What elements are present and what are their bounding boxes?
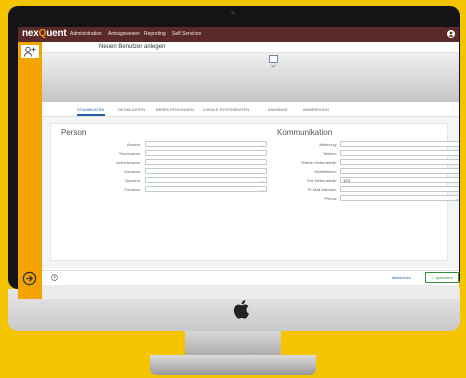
label-text: Nachname: bbox=[120, 151, 141, 156]
brand-text-3: uent bbox=[46, 28, 67, 39]
label-telefon: Telefon: bbox=[287, 151, 337, 156]
tab-bar: STAMMDATEN DETAILDATEN BERECHTIGUNGEN LO… bbox=[42, 102, 459, 117]
tab-berechtigungen[interactable]: BERECHTIGUNGEN bbox=[156, 107, 194, 112]
label-vorname: Vorname: bbox=[91, 169, 141, 174]
camera bbox=[231, 11, 235, 15]
section-person-heading: Person bbox=[61, 128, 87, 137]
sprache-select[interactable]: ⌄ bbox=[145, 177, 267, 183]
label-text: Abteilung: bbox=[319, 142, 337, 147]
chevron-down-icon: ⌄ bbox=[260, 178, 264, 183]
cancel-button[interactable]: abbrechen bbox=[392, 275, 411, 280]
label-text: Mobiltelefon: bbox=[314, 169, 337, 174]
monitor-stand-neck bbox=[185, 331, 281, 357]
label-mobiltelefon: Mobiltelefon: bbox=[287, 169, 337, 174]
tab-stammdaten[interactable]: STAMMDATEN bbox=[77, 107, 104, 112]
section-kommunikation-heading: Kommunikation bbox=[277, 128, 333, 137]
abteilung-input[interactable] bbox=[340, 141, 459, 147]
label-abteilung: Abteilung: bbox=[287, 142, 337, 147]
tab-detaildaten[interactable]: DETAILDATEN bbox=[118, 107, 145, 112]
field-value: 123 bbox=[343, 178, 350, 183]
status-bar bbox=[42, 285, 459, 299]
top-navigation-bar: nexQuent Administration Antragswesen Rep… bbox=[18, 27, 459, 42]
vorname-input[interactable] bbox=[145, 168, 267, 174]
active-tab-indicator bbox=[77, 114, 105, 116]
chevron-down-icon: ⌄ bbox=[260, 142, 264, 147]
mobiltelefon-input[interactable] bbox=[340, 168, 459, 174]
label-sprache: Sprache: bbox=[91, 178, 141, 183]
anrede-select[interactable]: ⌄ bbox=[145, 141, 267, 147]
label-nachname: *Nachname: bbox=[118, 151, 141, 156]
tab-lokale-systemdaten[interactable]: LOKALE SYSTEMDATEN bbox=[203, 107, 249, 112]
chevron-down-icon bbox=[271, 64, 276, 68]
label-text: Firma: bbox=[325, 196, 337, 201]
nav-item-antragswesen[interactable]: Antragswesen bbox=[108, 31, 140, 37]
email-input[interactable] bbox=[340, 186, 459, 192]
collapse-header-button[interactable] bbox=[269, 55, 278, 68]
apple-logo-icon bbox=[233, 300, 249, 319]
fax-nebenstelle-input[interactable]: 123 bbox=[340, 177, 459, 183]
label-text: Funktion: bbox=[124, 187, 141, 192]
label-telefon-nebenstelle: Telefon Nebenstelle: bbox=[277, 160, 337, 165]
sidebar-add-user-button[interactable] bbox=[21, 45, 39, 58]
telefon-input[interactable] bbox=[340, 150, 459, 156]
chevron-down-icon: ⌄ bbox=[260, 187, 264, 192]
check-icon: ✓ bbox=[431, 275, 435, 280]
geburtsname-input[interactable] bbox=[145, 159, 267, 165]
user-icon[interactable] bbox=[447, 30, 455, 38]
save-button[interactable]: ✓ speichern bbox=[425, 272, 459, 283]
nav-item-reporting[interactable]: Reporting bbox=[144, 31, 166, 37]
header-banner bbox=[42, 53, 459, 102]
form-footer: abbrechen ✓ speichern bbox=[42, 270, 459, 285]
label-text: Vorname: bbox=[123, 169, 141, 174]
label-anrede: Anrede: bbox=[91, 142, 141, 147]
monitor-stand-base bbox=[150, 355, 316, 375]
label-text: Anrede: bbox=[126, 142, 141, 147]
brand-logo[interactable]: nexQuent bbox=[22, 28, 67, 39]
label-geburtsname: Geburtsname: bbox=[91, 160, 141, 165]
label-text: Fax Nebenstelle: bbox=[306, 178, 337, 183]
funktion-select[interactable]: ⌄ bbox=[145, 186, 267, 192]
label-fax-nebenstelle: Fax Nebenstelle: bbox=[287, 178, 337, 183]
label-text: Geburtsname: bbox=[115, 160, 141, 165]
brand-text-1: nex bbox=[22, 28, 39, 39]
label-funktion: Funktion: bbox=[91, 187, 141, 192]
label-email: *E-Mail Adresse: bbox=[307, 187, 337, 192]
nav-item-self-services[interactable]: Self Services bbox=[172, 31, 201, 37]
nachname-input[interactable] bbox=[145, 150, 267, 156]
page-title: Neuen Benutzer anlegen bbox=[99, 44, 166, 50]
arrow-right-circle-icon[interactable] bbox=[22, 271, 37, 286]
form-card: Person Kommunikation Anrede: ⌄ *Nachname… bbox=[50, 123, 459, 261]
label-text: Sprache: bbox=[124, 178, 141, 183]
add-user-icon bbox=[23, 46, 36, 57]
firma-select[interactable]: ⌄ bbox=[340, 195, 459, 201]
page-header: Neuen Benutzer anlegen bbox=[42, 42, 459, 53]
tab-anhaenge[interactable]: ANHÄNGE bbox=[268, 107, 288, 112]
label-firma: *Firma: bbox=[324, 196, 337, 201]
sidebar bbox=[18, 42, 42, 299]
telefon-nebenstelle-input[interactable] bbox=[340, 159, 459, 165]
label-text: E-Mail Adresse: bbox=[308, 187, 337, 192]
label-text: Telefon: bbox=[322, 151, 337, 156]
tab-anmerkung[interactable]: ANMERKUNG bbox=[303, 107, 329, 112]
label-text: Telefon Nebenstelle: bbox=[300, 160, 337, 165]
help-icon[interactable] bbox=[51, 274, 58, 281]
nav-item-administration[interactable]: Administration bbox=[70, 31, 102, 37]
screen: nexQuent Administration Antragswesen Rep… bbox=[18, 27, 459, 299]
save-label: speichern bbox=[435, 275, 453, 280]
chevron-down-icon: ⌄ bbox=[455, 196, 459, 201]
